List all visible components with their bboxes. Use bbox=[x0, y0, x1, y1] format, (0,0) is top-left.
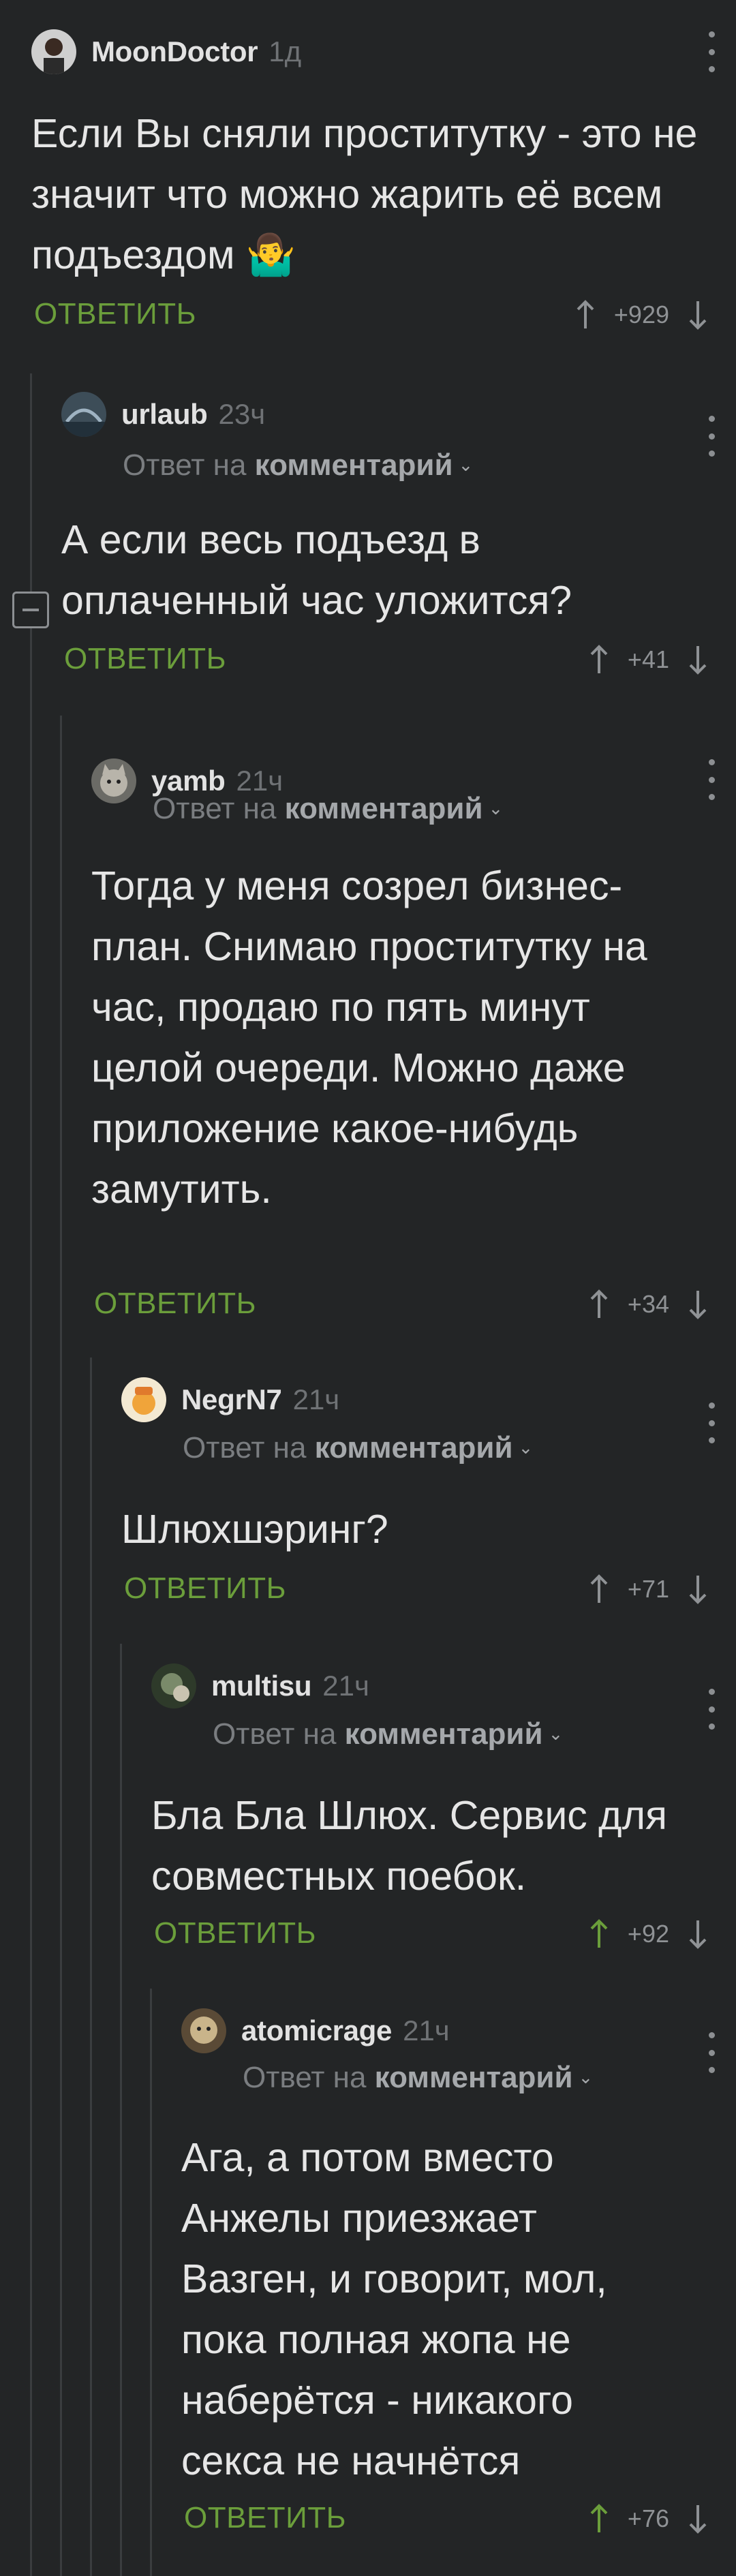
vote-count: +929 bbox=[613, 301, 669, 328]
vote-controls: +71 bbox=[585, 1569, 711, 1610]
arrow-up-icon[interactable] bbox=[585, 1284, 613, 1325]
comment-time: 21ч bbox=[322, 1670, 369, 1702]
vertical-dots-icon[interactable] bbox=[707, 1689, 716, 1730]
author-name[interactable]: multisu bbox=[211, 1670, 312, 1702]
reply-to-link[interactable]: Ответ на комментарий ⌄ bbox=[153, 792, 503, 826]
comment-time: 21ч bbox=[403, 2014, 450, 2046]
arrow-up-icon[interactable] bbox=[585, 639, 613, 680]
vote-count: +41 bbox=[627, 645, 669, 673]
chevron-down-icon[interactable]: ⌄ bbox=[579, 2067, 594, 2087]
reply-button[interactable]: ОТВЕТИТЬ bbox=[34, 297, 196, 331]
thread-line-level-3 bbox=[90, 1358, 92, 2576]
vertical-dots-icon[interactable] bbox=[707, 416, 716, 457]
comment-text: Если Вы сняли проститутку - это не значи… bbox=[31, 111, 698, 277]
arrow-down-icon[interactable] bbox=[684, 2498, 711, 2539]
thread-line-level-5 bbox=[150, 1989, 152, 2576]
chevron-down-icon[interactable]: ⌄ bbox=[519, 1437, 534, 1458]
vote-controls: +76 bbox=[585, 2498, 711, 2539]
comment-header: NegrN7 21ч bbox=[121, 1373, 339, 1427]
avatar[interactable] bbox=[181, 2008, 226, 2053]
vote-count: +34 bbox=[627, 1290, 669, 1318]
reply-to-target[interactable]: комментарий bbox=[345, 1717, 543, 1751]
comment-time: 21ч bbox=[292, 1383, 340, 1415]
arrow-up-icon[interactable] bbox=[585, 2498, 613, 2539]
reply-to-prefix: Ответ на bbox=[183, 1431, 307, 1465]
chevron-down-icon[interactable]: ⌄ bbox=[459, 455, 474, 475]
vote-count: +76 bbox=[627, 2504, 669, 2532]
avatar[interactable] bbox=[121, 1377, 166, 1422]
reply-button[interactable]: ОТВЕТИТЬ bbox=[184, 2501, 346, 2535]
vertical-dots-icon[interactable] bbox=[707, 759, 716, 800]
author-name[interactable]: atomicrage bbox=[241, 2014, 392, 2047]
chevron-down-icon[interactable]: ⌄ bbox=[549, 1723, 564, 1744]
vote-controls: +92 bbox=[585, 1914, 711, 1954]
arrow-down-icon[interactable] bbox=[684, 1914, 711, 1954]
vote-controls: +41 bbox=[585, 639, 711, 680]
comment-time: 1д bbox=[269, 35, 302, 67]
reply-to-link[interactable]: Ответ на комментарий ⌄ bbox=[123, 448, 473, 482]
avatar[interactable] bbox=[31, 29, 76, 74]
reply-to-link[interactable]: Ответ на комментарий ⌄ bbox=[183, 1431, 533, 1465]
vote-controls: +929 bbox=[572, 294, 711, 335]
reply-to-target[interactable]: комментарий bbox=[375, 2061, 573, 2094]
reply-to-link[interactable]: Ответ на комментарий ⌄ bbox=[243, 2061, 593, 2095]
reply-button[interactable]: ОТВЕТИТЬ bbox=[154, 1916, 316, 1950]
author-name[interactable]: NegrN7 bbox=[181, 1383, 282, 1416]
vertical-dots-icon[interactable] bbox=[707, 1402, 716, 1443]
comment-time: 23ч bbox=[218, 398, 266, 430]
vote-count: +71 bbox=[627, 1575, 669, 1603]
reply-button[interactable]: ОТВЕТИТЬ bbox=[124, 1571, 286, 1606]
thread-line-level-2 bbox=[60, 716, 62, 2576]
arrow-up-icon[interactable] bbox=[585, 1569, 613, 1610]
avatar[interactable] bbox=[61, 392, 106, 437]
comment-text: Бла Бла Шлюх. Сервис для совместных поеб… bbox=[151, 1793, 667, 1899]
arrow-up-icon[interactable] bbox=[585, 1914, 613, 1954]
avatar[interactable] bbox=[151, 1663, 196, 1708]
comment-text: Ага, а потом вместо Анжелы приезжает Ваз… bbox=[181, 2135, 607, 2483]
reply-to-prefix: Ответ на bbox=[243, 2061, 367, 2094]
comment-text: Тогда у меня созрел бизнес-план. Снимаю … bbox=[91, 863, 647, 1212]
vertical-dots-icon[interactable] bbox=[707, 31, 716, 72]
arrow-down-icon[interactable] bbox=[684, 639, 711, 680]
reply-to-prefix: Ответ на bbox=[153, 792, 277, 825]
chevron-down-icon[interactable]: ⌄ bbox=[489, 798, 504, 818]
reply-button[interactable]: ОТВЕТИТЬ bbox=[64, 642, 226, 676]
comment-header: atomicrage 21ч bbox=[181, 2004, 450, 2058]
comment-text: Шлюхшэринг? bbox=[121, 1507, 388, 1552]
author-name[interactable]: urlaub bbox=[121, 398, 208, 431]
comment-text: А если весь подъезд в оплаченный час уло… bbox=[61, 517, 572, 623]
arrow-up-icon[interactable] bbox=[572, 294, 599, 335]
reply-to-target[interactable]: комментарий bbox=[315, 1431, 513, 1465]
reply-to-prefix: Ответ на bbox=[213, 1717, 337, 1751]
comment-header: MoonDoctor 1д bbox=[31, 25, 301, 79]
vote-count: +92 bbox=[627, 1920, 669, 1948]
vertical-dots-icon[interactable] bbox=[707, 2032, 716, 2073]
comment-header: multisu 21ч bbox=[151, 1659, 369, 1713]
thread-line-level-1 bbox=[30, 373, 32, 2576]
comment-header: urlaub 23ч bbox=[61, 387, 265, 442]
arrow-down-icon[interactable] bbox=[684, 294, 711, 335]
thread-line-level-4 bbox=[120, 1644, 122, 2576]
arrow-down-icon[interactable] bbox=[684, 1284, 711, 1325]
arrow-down-icon[interactable] bbox=[684, 1569, 711, 1610]
reply-to-target[interactable]: комментарий bbox=[255, 448, 453, 482]
vote-controls: +34 bbox=[585, 1284, 711, 1325]
reply-to-link[interactable]: Ответ на комментарий ⌄ bbox=[213, 1717, 563, 1751]
collapse-thread-button[interactable] bbox=[12, 592, 49, 628]
reply-to-prefix: Ответ на bbox=[123, 448, 247, 482]
reply-to-target[interactable]: комментарий bbox=[285, 792, 483, 825]
avatar[interactable] bbox=[91, 758, 136, 803]
author-name[interactable]: MoonDoctor bbox=[91, 35, 258, 68]
reply-button[interactable]: ОТВЕТИТЬ bbox=[94, 1287, 256, 1321]
